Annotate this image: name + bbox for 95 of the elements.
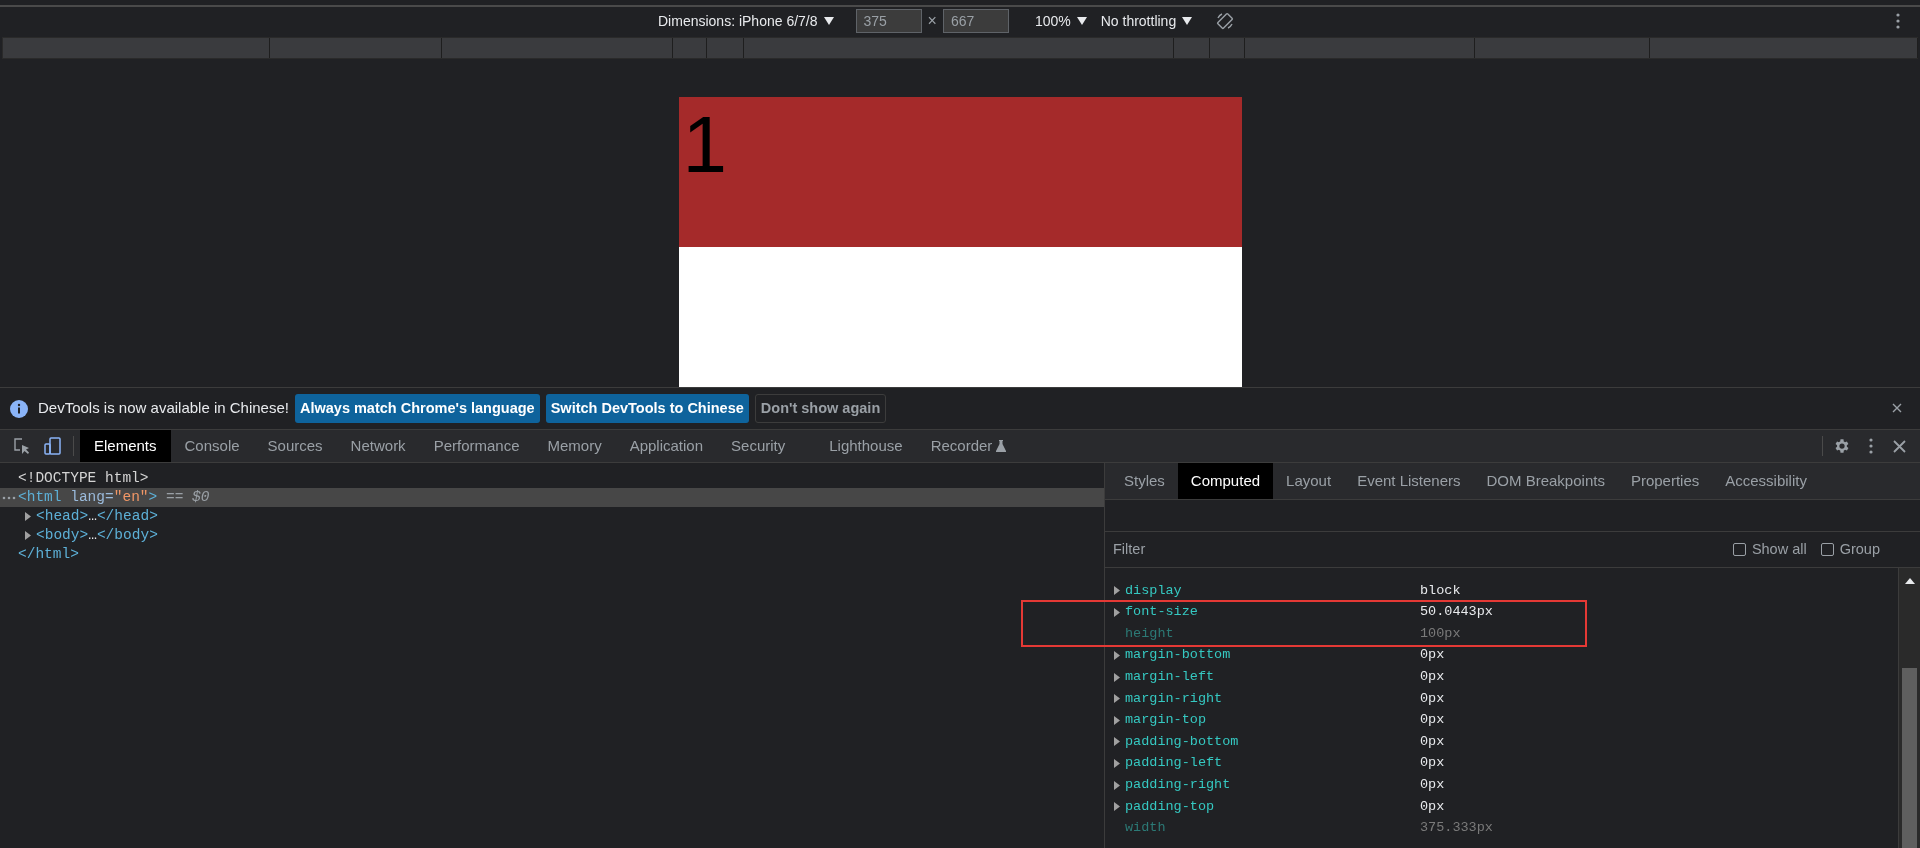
panel-tab[interactable]: Console	[170, 430, 254, 462]
expand-triangle-icon[interactable]	[1113, 802, 1121, 812]
dom-node-text: </html>	[18, 544, 79, 564]
dom-node-text: <!DOCTYPE html>	[18, 468, 149, 488]
panel-tab[interactable]: Application	[615, 430, 718, 462]
info-message: DevTools is now available in Chinese!	[38, 398, 289, 419]
expand-triangle-icon[interactable]	[1113, 759, 1121, 769]
device-toggle-icon[interactable]	[44, 437, 62, 455]
sidebar-tab[interactable]: Computed	[1177, 463, 1274, 499]
dom-node-text: <html lang="en"> == $0	[18, 487, 210, 507]
property-value: 0px	[1420, 689, 1445, 708]
panel-tab[interactable]: Memory	[533, 430, 616, 462]
dom-node-row[interactable]: <html lang="en"> == $0	[0, 488, 1104, 507]
dimensions-dropdown[interactable]: Dimensions: iPhone 6/7/8	[658, 10, 834, 32]
dom-node-text: <body>…</body>	[36, 525, 158, 545]
panel-tab[interactable]: Security	[717, 430, 800, 462]
property-name: margin-right	[1125, 689, 1224, 708]
more-options-icon[interactable]	[1869, 438, 1873, 454]
info-icon	[10, 399, 28, 418]
height-field[interactable]: 667	[942, 9, 1009, 33]
width-field[interactable]: 375	[855, 9, 922, 33]
panel-tab[interactable]: Lighthouse	[815, 430, 917, 462]
dom-node-row[interactable]: </html>	[0, 545, 1104, 564]
more-options-icon[interactable]	[1896, 13, 1900, 29]
property-value: block	[1420, 581, 1461, 600]
checkbox[interactable]	[1820, 543, 1834, 556]
page-header-text: 1	[682, 100, 727, 189]
property-value: 0px	[1420, 646, 1445, 665]
property-value: 0px	[1420, 797, 1445, 816]
dom-node-text: <head>…</head>	[36, 506, 158, 526]
property-name: padding-top	[1125, 797, 1216, 816]
sidebar-tab[interactable]: DOM Breakpoints	[1473, 463, 1618, 499]
info-bar-button[interactable]: Don't show again	[754, 394, 887, 423]
expand-triangle-icon[interactable]	[1113, 607, 1121, 617]
property-name: width	[1125, 819, 1167, 838]
rotate-icon[interactable]	[1216, 12, 1235, 30]
property-name: display	[1125, 581, 1183, 600]
expand-triangle-icon[interactable]	[1113, 780, 1121, 790]
property-value: 0px	[1420, 668, 1445, 687]
property-value: 0px	[1420, 776, 1445, 794]
filter-field[interactable]: Filter	[1113, 538, 1719, 561]
property-name: padding-right	[1125, 776, 1232, 794]
panel-tab[interactable]: Performance	[419, 430, 534, 462]
panel-tab[interactable]: Elements	[80, 430, 171, 462]
checkbox-label: Group	[1839, 539, 1880, 559]
info-bar-button[interactable]: Switch DevTools to Chinese	[545, 394, 749, 423]
info-bar-button[interactable]: Always match Chrome's language	[294, 394, 540, 423]
property-name: padding-left	[1125, 754, 1224, 773]
dropdown-caret-icon	[823, 17, 834, 25]
zoom-dropdown[interactable]: 100%	[1034, 10, 1087, 32]
dom-node-row[interactable]: <!DOCTYPE html>	[0, 469, 1104, 488]
dropdown-caret-icon	[1076, 17, 1087, 25]
scrollbar[interactable]	[1898, 568, 1920, 848]
throttling-dropdown[interactable]: No throttling	[1100, 10, 1193, 32]
property-name: margin-bottom	[1125, 646, 1232, 665]
property-value: 0px	[1420, 732, 1445, 751]
expand-triangle-icon[interactable]	[24, 512, 32, 521]
dom-node-row[interactable]: <head>…</head>	[0, 507, 1104, 526]
close-icon[interactable]	[1892, 403, 1902, 413]
expand-triangle-icon[interactable]	[1113, 737, 1121, 747]
sidebar-tab[interactable]: Accessibility	[1712, 463, 1820, 499]
sidebar-tab[interactable]: Styles	[1111, 463, 1178, 499]
expand-triangle-icon[interactable]	[1113, 672, 1121, 682]
scroll-up-arrow-icon[interactable]	[1904, 578, 1915, 584]
panel-tab[interactable]: Network	[336, 430, 420, 462]
dom-node-row[interactable]: <body>…</body>	[0, 526, 1104, 545]
sidebar-tab[interactable]: Properties	[1617, 463, 1713, 499]
property-value: 375.333px	[1420, 819, 1493, 838]
close-icon[interactable]	[1893, 439, 1906, 453]
expand-triangle-icon[interactable]	[1113, 651, 1121, 661]
property-value: 50.0443px	[1420, 603, 1493, 622]
dropdown-caret-icon	[1182, 17, 1193, 25]
property-name: height	[1125, 624, 1175, 643]
more-dots-icon[interactable]	[2, 495, 16, 500]
checkbox[interactable]	[1732, 543, 1746, 556]
settings-icon[interactable]	[1833, 437, 1851, 455]
property-value: 0px	[1420, 754, 1445, 773]
expand-triangle-icon[interactable]	[24, 531, 32, 540]
property-name: margin-left	[1125, 668, 1216, 687]
expand-triangle-icon[interactable]	[1113, 586, 1121, 596]
inspect-element-icon[interactable]	[14, 438, 30, 455]
checkbox-label: Show all	[1751, 539, 1807, 559]
property-name: font-size	[1125, 603, 1199, 622]
expand-triangle-icon[interactable]	[1113, 694, 1121, 704]
property-value: 0px	[1420, 711, 1445, 730]
property-value: 100px	[1420, 624, 1461, 643]
expand-triangle-icon[interactable]	[1113, 715, 1121, 725]
property-name: padding-bottom	[1125, 732, 1240, 751]
times-sign: ×	[927, 11, 937, 31]
sidebar-tab[interactable]: Event Listeners	[1344, 463, 1474, 499]
panel-tab[interactable]: Recorder	[916, 430, 1021, 462]
property-name: margin-top	[1125, 711, 1207, 730]
sidebar-tab[interactable]: Layout	[1273, 463, 1345, 499]
flask-icon	[996, 440, 1007, 452]
panel-tab[interactable]: Sources	[253, 430, 337, 462]
